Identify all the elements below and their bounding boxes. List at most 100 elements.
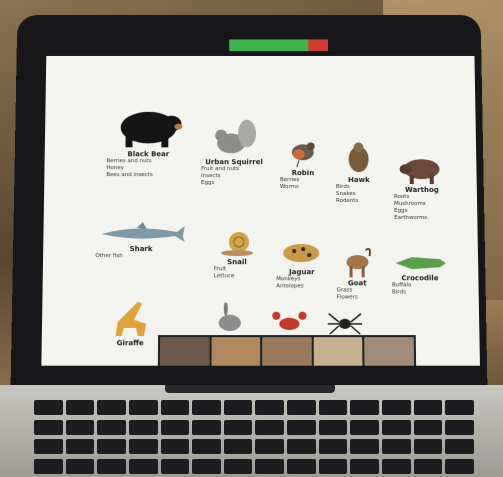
diet-item: Fruit and nuts: [199, 166, 269, 173]
keyboard-key[interactable]: [161, 400, 190, 415]
keyboard-key[interactable]: [445, 420, 474, 435]
keyboard-key[interactable]: [255, 459, 284, 474]
keyboard-key[interactable]: [414, 400, 443, 415]
diet-item: Snakes: [334, 191, 384, 198]
diet-item: Worms: [278, 184, 328, 191]
keyboard-key[interactable]: [97, 400, 126, 415]
diet-item: Antelopes: [274, 283, 329, 290]
keyboard-key[interactable]: [34, 420, 63, 435]
animal-card-urban-squirrel: Urban Squirrel Fruit and nuts Insects Eg…: [199, 120, 269, 187]
animal-card-robin: Robin Berries Worms: [278, 134, 328, 191]
keyboard-key[interactable]: [161, 459, 190, 474]
keyboard-key[interactable]: [192, 439, 221, 454]
laptop-lid: Black Bear Berries and nuts Honey Bees a…: [11, 15, 488, 389]
diet-item: Birds: [390, 289, 451, 296]
video-tile[interactable]: [211, 337, 260, 366]
keyboard-key[interactable]: [161, 420, 190, 435]
diet-item: Birds: [334, 184, 384, 191]
animal-name: Hawk: [334, 176, 384, 184]
keyboard-key[interactable]: [66, 420, 95, 435]
zoom-share-indicator: [229, 39, 308, 51]
animal-name: Giraffe: [102, 339, 158, 347]
robin-icon: [285, 134, 321, 168]
keyboard-key[interactable]: [414, 420, 443, 435]
keyboard-key[interactable]: [287, 459, 316, 474]
keyboard-key[interactable]: [34, 400, 63, 415]
keyboard-key[interactable]: [34, 439, 63, 454]
keyboard-key[interactable]: [382, 459, 411, 474]
keyboard-key[interactable]: [287, 400, 316, 415]
animal-card-giraffe: Giraffe: [102, 300, 158, 348]
keyboard-key[interactable]: [129, 400, 158, 415]
keyboard-key[interactable]: [192, 459, 221, 474]
keyboard: [34, 400, 474, 475]
keyboard-key[interactable]: [319, 420, 348, 435]
keyboard-key[interactable]: [350, 439, 379, 454]
keyboard-key[interactable]: [255, 420, 284, 435]
keyboard-key[interactable]: [319, 459, 348, 474]
keyboard-key[interactable]: [97, 459, 126, 474]
diet-item: Eggs: [199, 180, 269, 187]
keyboard-key[interactable]: [224, 459, 253, 474]
keyboard-key[interactable]: [382, 400, 411, 415]
animal-name: Goat: [335, 279, 380, 287]
animal-card-warthog: Warthog Roots Mushrooms Eggs Earthworms: [391, 149, 452, 222]
keyboard-key[interactable]: [255, 439, 284, 454]
keyboard-key[interactable]: [224, 439, 253, 454]
keyboard-key[interactable]: [414, 459, 443, 474]
keyboard-key[interactable]: [224, 400, 253, 415]
keyboard-key[interactable]: [129, 439, 158, 454]
keyboard-key[interactable]: [382, 439, 411, 454]
diet-item: Earthworms: [392, 215, 452, 222]
squirrel-icon: [209, 120, 259, 158]
diet-item: Other fish: [93, 253, 188, 260]
keyboard-key[interactable]: [97, 439, 126, 454]
animal-card-crocodile: Crocodile Buffalo Birds: [390, 249, 451, 296]
keyboard-key[interactable]: [319, 439, 348, 454]
jaguar-icon: [279, 239, 325, 267]
video-tile[interactable]: [262, 337, 311, 366]
keyboard-key[interactable]: [129, 420, 158, 435]
keyboard-key[interactable]: [66, 400, 95, 415]
keyboard-key[interactable]: [66, 459, 95, 474]
keyboard-key[interactable]: [287, 420, 316, 435]
keyboard-key[interactable]: [350, 459, 379, 474]
keyboard-key[interactable]: [66, 439, 95, 454]
video-tile[interactable]: [365, 337, 415, 366]
animal-card-black-bear: Black Bear Berries and nuts Honey Bees a…: [104, 100, 192, 179]
keyboard-key[interactable]: [445, 400, 474, 415]
keyboard-key[interactable]: [255, 400, 284, 415]
diet-item: Bees and insects: [104, 172, 192, 179]
keyboard-key[interactable]: [445, 459, 474, 474]
snail-icon: [217, 229, 257, 257]
hawk-icon: [341, 139, 377, 175]
giraffe-icon: [107, 300, 154, 339]
animal-card-jaguar: Jaguar Monkeys Antelopes: [274, 239, 329, 290]
diet-item: Berries and nuts: [104, 158, 192, 165]
keyboard-key[interactable]: [192, 420, 221, 435]
spider-icon: [327, 310, 364, 336]
keyboard-key[interactable]: [319, 400, 348, 415]
keyboard-key[interactable]: [445, 439, 474, 454]
keyboard-key[interactable]: [97, 420, 126, 435]
goat-icon: [339, 244, 375, 278]
animal-name: Crocodile: [390, 274, 450, 282]
video-tile[interactable]: [160, 337, 209, 366]
keyboard-key[interactable]: [192, 400, 221, 415]
keyboard-key[interactable]: [224, 420, 253, 435]
diet-item: Honey: [104, 165, 192, 172]
keyboard-key[interactable]: [287, 439, 316, 454]
keyboard-key[interactable]: [161, 439, 190, 454]
video-tile[interactable]: [313, 337, 362, 366]
crab-icon: [271, 310, 307, 334]
keyboard-key[interactable]: [350, 400, 379, 415]
keyboard-key[interactable]: [34, 459, 63, 474]
diet-item: Buffalo: [390, 282, 450, 289]
zoom-stop-share-button[interactable]: [308, 39, 328, 51]
keyboard-key[interactable]: [129, 459, 158, 474]
keyboard-key[interactable]: [414, 439, 443, 454]
animal-name: Warthog: [392, 186, 452, 194]
keyboard-key[interactable]: [350, 420, 379, 435]
animal-name: Robin: [278, 169, 328, 177]
keyboard-key[interactable]: [382, 420, 411, 435]
